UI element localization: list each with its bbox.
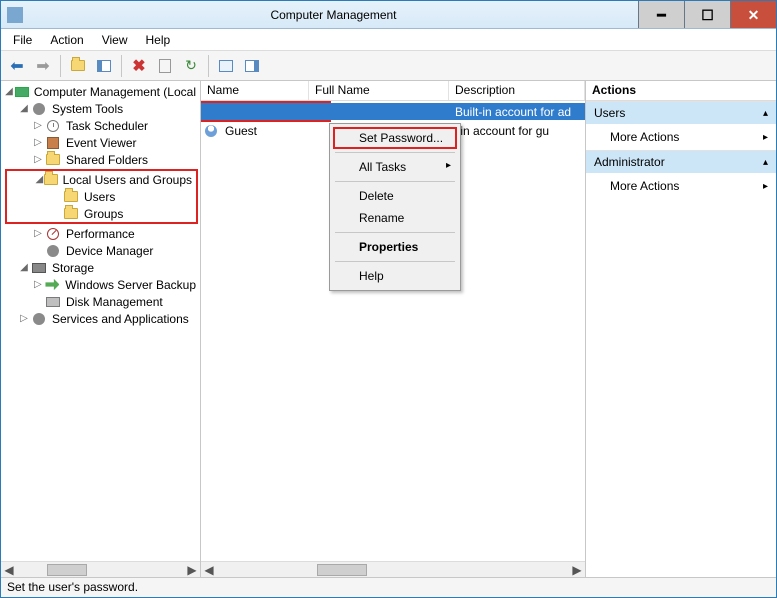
- app-icon: [7, 7, 23, 23]
- tree-server-backup[interactable]: ▷ Windows Server Backup: [3, 276, 200, 293]
- actions-section-admin[interactable]: Administrator▴: [586, 150, 776, 173]
- tree-local-users-groups[interactable]: ◢ Local Users and Groups: [7, 171, 196, 188]
- tree-event-viewer[interactable]: ▷ Event Viewer: [3, 134, 200, 151]
- collapse-icon: ▴: [763, 157, 768, 168]
- ctx-rename[interactable]: Rename: [333, 207, 457, 229]
- ctx-separator: [335, 232, 455, 233]
- menu-action[interactable]: Action: [42, 31, 91, 49]
- ctx-help[interactable]: Help: [333, 265, 457, 287]
- column-headers[interactable]: Name Full Name Description: [201, 81, 585, 101]
- window-title: Computer Management: [29, 8, 638, 22]
- computer-icon: [15, 87, 29, 97]
- storage-icon: [32, 263, 46, 273]
- folder-icon: [64, 208, 78, 219]
- forward-button[interactable]: ➡: [31, 54, 55, 78]
- gauge-icon: [47, 228, 59, 240]
- tree[interactable]: ◢ Computer Management (Local ◢ System To…: [1, 81, 200, 561]
- up-button[interactable]: [66, 54, 90, 78]
- folder-icon: [46, 154, 60, 165]
- menu-view[interactable]: View: [94, 31, 136, 49]
- tree-root[interactable]: ◢ Computer Management (Local: [3, 83, 200, 100]
- ctx-separator: [335, 152, 455, 153]
- ctx-all-tasks[interactable]: All Tasks: [333, 156, 457, 178]
- list-panel: Name Full Name Description Administrator…: [201, 81, 586, 577]
- action-pane-button[interactable]: [240, 54, 264, 78]
- back-button[interactable]: ⬅: [5, 54, 29, 78]
- menubar: File Action View Help: [1, 29, 776, 51]
- properties-button[interactable]: [153, 54, 177, 78]
- device-icon: [47, 245, 59, 257]
- tree-storage[interactable]: ◢ Storage: [3, 259, 200, 276]
- ctx-properties[interactable]: Properties: [333, 236, 457, 258]
- tree-disk-management[interactable]: Disk Management: [3, 293, 200, 310]
- user-list[interactable]: Administrator Built-in account for ad Gu…: [201, 101, 585, 561]
- main-area: ◢ Computer Management (Local ◢ System To…: [1, 81, 776, 577]
- tree-task-scheduler[interactable]: ▷ Task Scheduler: [3, 117, 200, 134]
- ctx-set-password[interactable]: Set Password...: [333, 127, 457, 149]
- maximize-button[interactable]: ☐: [684, 1, 730, 28]
- book-icon: [47, 137, 59, 149]
- context-menu: Set Password... All Tasks Delete Rename …: [329, 123, 461, 291]
- actions-section-users[interactable]: Users▴: [586, 101, 776, 124]
- actions-more-admin[interactable]: More Actions: [586, 173, 776, 199]
- actions-header: Actions: [586, 81, 776, 101]
- tree-panel: ◢ Computer Management (Local ◢ System To…: [1, 81, 201, 577]
- toolbar-separator: [208, 55, 209, 77]
- col-description[interactable]: Description: [449, 81, 585, 100]
- ctx-separator: [335, 261, 455, 262]
- toolbar: ⬅ ➡ ✖ ↻: [1, 51, 776, 81]
- list-row-administrator-bg: Built-in account for ad: [201, 103, 585, 120]
- status-bar: Set the user's password.: [1, 577, 776, 597]
- tree-device-manager[interactable]: Device Manager: [3, 242, 200, 259]
- menu-file[interactable]: File: [5, 31, 40, 49]
- show-hide-tree-button[interactable]: [92, 54, 116, 78]
- delete-button[interactable]: ✖: [127, 54, 151, 78]
- list-hscroll[interactable]: ◀▶: [201, 561, 585, 577]
- actions-more-users[interactable]: More Actions: [586, 124, 776, 150]
- tools-icon: [33, 103, 45, 115]
- clock-icon: [47, 120, 59, 132]
- ctx-delete[interactable]: Delete: [333, 185, 457, 207]
- tree-shared-folders[interactable]: ▷ Shared Folders: [3, 151, 200, 168]
- toolbar-separator: [121, 55, 122, 77]
- refresh-button[interactable]: ↻: [179, 54, 203, 78]
- minimize-button[interactable]: ━: [638, 1, 684, 28]
- disk-icon: [46, 297, 60, 307]
- services-icon: [33, 313, 45, 325]
- ctx-separator: [335, 181, 455, 182]
- tree-performance[interactable]: ▷ Performance: [3, 225, 200, 242]
- tree-groups[interactable]: Groups: [7, 205, 196, 222]
- toolbar-separator: [60, 55, 61, 77]
- folder-icon: [64, 191, 78, 202]
- titlebar: Computer Management ━ ☐ ✕: [1, 1, 776, 29]
- close-button[interactable]: ✕: [730, 1, 776, 28]
- user-icon: [205, 125, 217, 137]
- status-text: Set the user's password.: [7, 580, 138, 594]
- tree-root-label: Computer Management (Local: [32, 85, 198, 99]
- tree-system-tools[interactable]: ◢ System Tools: [3, 100, 200, 117]
- backup-icon: [45, 278, 59, 292]
- help-button[interactable]: [214, 54, 238, 78]
- menu-help[interactable]: Help: [138, 31, 179, 49]
- col-fullname[interactable]: Full Name: [309, 81, 449, 100]
- folder-icon: [44, 174, 58, 185]
- actions-panel: Actions Users▴ More Actions Administrato…: [586, 81, 776, 577]
- tree-hscroll[interactable]: ◀▶: [1, 561, 200, 577]
- window-buttons: ━ ☐ ✕: [638, 1, 776, 28]
- col-name[interactable]: Name: [201, 81, 309, 100]
- tree-services-apps[interactable]: ▷ Services and Applications: [3, 310, 200, 327]
- tree-users[interactable]: Users: [7, 188, 196, 205]
- collapse-icon: ▴: [763, 108, 768, 119]
